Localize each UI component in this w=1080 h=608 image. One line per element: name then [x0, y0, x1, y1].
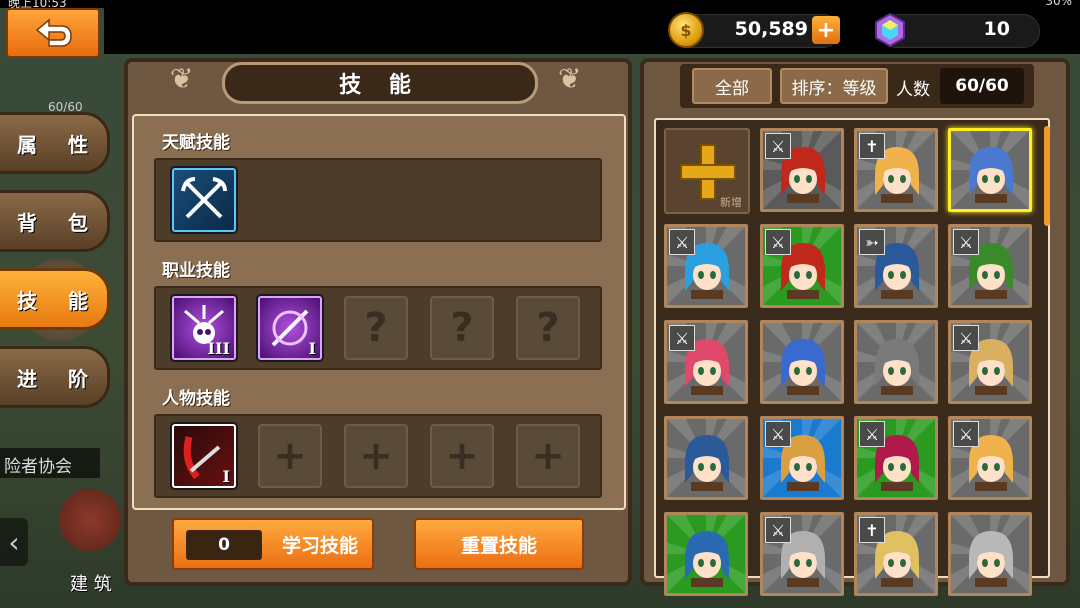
plus-icon: +	[531, 433, 565, 479]
sword-class-icon: ⚔	[765, 133, 791, 159]
skill-panel-title: 技 能	[222, 62, 538, 104]
reset-skill-button[interactable]: 重置技能	[414, 518, 584, 570]
add-hero-button[interactable]: 新增	[664, 128, 750, 214]
cross-class-icon: ✝	[859, 133, 885, 159]
character-skill-label: 人物技能	[162, 389, 230, 409]
hero-card[interactable]: ✝	[854, 512, 938, 596]
sword-class-icon: ⚔	[765, 517, 791, 543]
hero-card[interactable]: ⚔	[854, 416, 938, 500]
slash-strike-icon[interactable]: I	[258, 296, 322, 360]
empty-skill-slot[interactable]: +	[258, 424, 322, 488]
plus-icon-bar	[680, 164, 736, 180]
gold-coin-icon: $	[668, 12, 704, 48]
talent-skill-label: 天赋技能	[162, 133, 230, 153]
side-tab-1[interactable]: 背 包	[0, 190, 110, 252]
sword-class-icon: ⚔	[953, 325, 979, 351]
job-skill-label: 职业技能	[162, 261, 230, 281]
sword-class-icon: ⚔	[953, 229, 979, 255]
hero-card[interactable]: ⚔	[760, 224, 844, 308]
sword-class-icon: ⚔	[953, 421, 979, 447]
hero-count-label: 人数	[896, 80, 930, 100]
hero-card[interactable]	[664, 512, 748, 596]
plus-icon: +	[445, 433, 479, 479]
gem-value: 10	[983, 18, 1010, 40]
plus-icon: +	[273, 433, 307, 479]
sort-by-level-button[interactable]: 排序：等级	[780, 68, 888, 104]
hero-card[interactable]: ⚔	[664, 320, 748, 404]
locked-skill-slot: ?	[516, 296, 580, 360]
empty-skill-slot[interactable]: +	[344, 424, 408, 488]
empty-skill-slot[interactable]: +	[516, 424, 580, 488]
sword-class-icon: ⚔	[669, 229, 695, 255]
hero-card[interactable]: ⚔	[760, 128, 844, 212]
chevron-left-icon[interactable]: ‹	[0, 518, 28, 566]
skill-level-label: III	[207, 339, 230, 358]
building-label: 建 筑	[70, 574, 112, 595]
locked-skill-slot: ?	[344, 296, 408, 360]
sword-class-icon: ⚔	[765, 229, 791, 255]
status-bar: 晚上10:53 30%	[0, 0, 1080, 10]
blood-sword-icon[interactable]: I	[172, 424, 236, 488]
hero-card[interactable]: ⚔	[948, 224, 1032, 308]
hero-count-value: 60/60	[940, 68, 1024, 104]
buy-gold-button[interactable]: +	[812, 16, 840, 44]
question-mark-icon: ?	[450, 305, 474, 351]
hero-card[interactable]	[760, 320, 844, 404]
hero-card[interactable]: ⚔	[760, 512, 844, 596]
hero-portrait	[969, 531, 1013, 587]
locked-skill-slot: ?	[430, 296, 494, 360]
hero-card[interactable]	[948, 512, 1032, 596]
hero-portrait	[969, 147, 1013, 203]
learn-skill-label: 学习技能	[281, 534, 358, 557]
side-tab-2[interactable]: 技 能	[0, 268, 110, 330]
guild-label: 险者协会	[0, 448, 100, 478]
side-tab-0[interactable]: 属 性	[0, 112, 110, 174]
hero-grid-scrollbar[interactable]	[1044, 126, 1050, 226]
cross-class-icon: ✝	[859, 517, 885, 543]
hero-card[interactable]: ⚔	[664, 224, 748, 308]
hero-portrait	[875, 339, 919, 395]
skull-arrows-icon[interactable]: III	[172, 296, 236, 360]
back-arrow-icon	[35, 18, 72, 47]
hero-card[interactable]: ⚔	[760, 416, 844, 500]
scroll-ornament-left-icon: ❦	[170, 62, 194, 95]
hero-card[interactable]	[664, 416, 748, 500]
hero-card[interactable]: ⚔	[948, 416, 1032, 500]
hero-portrait	[685, 435, 729, 491]
hero-card[interactable]: ➳	[854, 224, 938, 308]
side-tab-3[interactable]: 进 阶	[0, 346, 110, 408]
question-mark-icon: ?	[364, 305, 388, 351]
back-button[interactable]	[6, 8, 100, 58]
question-mark-icon: ?	[536, 305, 560, 351]
crossed-pickaxes-icon[interactable]	[172, 168, 236, 232]
skill-level-label: I	[308, 339, 316, 358]
scroll-ornament-right-icon: ❦	[558, 62, 582, 95]
gold-value: 50,589	[734, 18, 808, 40]
skill-level-label: I	[222, 467, 230, 486]
bow-class-icon: ➳	[859, 229, 885, 255]
hero-card[interactable]: ⚔	[948, 320, 1032, 404]
hero-card[interactable]: ✝	[854, 128, 938, 212]
plus-icon: +	[359, 433, 393, 479]
empty-skill-slot[interactable]: +	[430, 424, 494, 488]
hero-portrait	[685, 531, 729, 587]
hero-card[interactable]	[948, 128, 1032, 212]
sword-class-icon: ⚔	[669, 325, 695, 351]
sword-class-icon: ⚔	[859, 421, 885, 447]
add-hero-label: 新增	[720, 196, 742, 209]
gem-icon	[875, 12, 905, 48]
sword-class-icon: ⚔	[765, 421, 791, 447]
filter-all-button[interactable]: 全部	[692, 68, 772, 104]
skill-points-count: 0	[186, 530, 262, 560]
hero-portrait	[781, 339, 825, 395]
battery-level: 30%	[1045, 0, 1072, 8]
hero-card[interactable]	[854, 320, 938, 404]
